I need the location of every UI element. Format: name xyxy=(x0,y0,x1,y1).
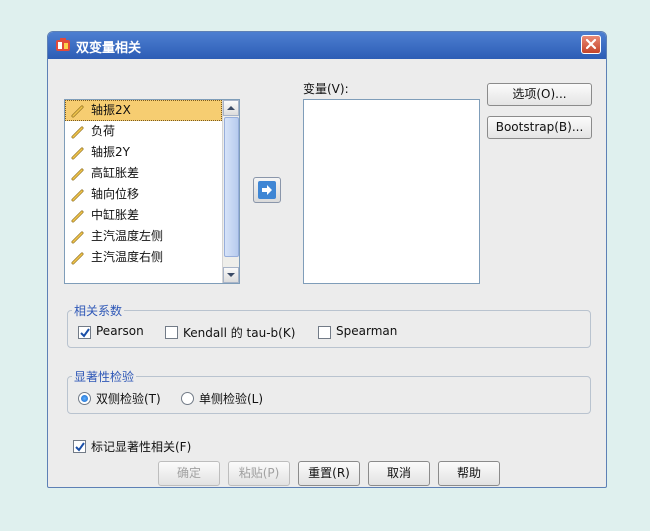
source-variable-label: 轴振2X xyxy=(91,103,131,117)
spearman-label: Spearman xyxy=(336,324,398,338)
paste-button[interactable]: 粘贴(P) xyxy=(228,461,290,486)
scale-variable-icon xyxy=(71,252,84,265)
source-variable-items: 轴振2X 负荷轴振2Y 高缸胀差轴向位移中缸胀差主汽温度左侧 主汽温度右侧 xyxy=(65,100,222,268)
reset-button[interactable]: 重置(R) xyxy=(298,461,360,486)
source-variable-label: 中缸胀差 xyxy=(91,208,140,222)
scale-variable-icon xyxy=(71,168,84,181)
two-tailed-label: 双侧检验(T) xyxy=(96,392,161,406)
spss-icon xyxy=(56,38,70,51)
source-variable-item[interactable]: 中缸胀差 xyxy=(65,205,222,226)
source-variable-list[interactable]: 轴振2X 负荷轴振2Y 高缸胀差轴向位移中缸胀差主汽温度左侧 主汽温度右侧 xyxy=(64,99,240,284)
cancel-button[interactable]: 取消 xyxy=(368,461,430,486)
scale-variable-icon xyxy=(71,189,84,202)
source-variable-label: 轴向位移 xyxy=(91,187,140,201)
title-bar[interactable]: 双变量相关 xyxy=(48,32,606,59)
spearman-checkbox[interactable] xyxy=(318,326,331,339)
options-button[interactable]: 选项(O)... xyxy=(487,83,592,106)
bivariate-correlation-dialog: 双变量相关 轴振2X 负荷轴振2Y 高缸胀差轴向位移中缸胀差主汽温度左侧 主汽温度右侧… xyxy=(47,31,607,488)
help-button[interactable]: 帮助 xyxy=(438,461,500,486)
source-variable-label: 主汽温度左侧 xyxy=(91,229,164,243)
flag-significant-label: 标记显著性相关(F) xyxy=(91,440,192,454)
significance-legend: 显著性检验 xyxy=(72,368,137,385)
flag-significant-checkbox[interactable] xyxy=(73,440,86,453)
kendall-label: Kendall 的 tau-b(K) xyxy=(183,326,296,340)
scroll-down-icon xyxy=(227,273,235,277)
scroll-up-icon xyxy=(227,106,235,110)
correlation-legend: 相关系数 xyxy=(72,302,125,319)
pearson-label: Pearson xyxy=(96,324,144,338)
source-variable-item[interactable]: 高缸胀差 xyxy=(65,163,222,184)
variables-label: 变量(V): xyxy=(303,82,349,96)
source-variable-label: 轴振2Y xyxy=(91,145,130,159)
scroll-thumb[interactable] xyxy=(224,117,239,257)
source-variable-item[interactable]: 轴振2X xyxy=(65,100,222,121)
checkmark-icon xyxy=(75,442,85,452)
scroll-down-button[interactable] xyxy=(223,267,239,283)
one-tailed-label: 单侧检验(L) xyxy=(199,392,264,406)
correlation-coefficients-group: 相关系数 Pearson Kendall 的 tau-b(K) Spearman xyxy=(67,302,591,348)
significance-test-group: 显著性检验 双侧检验(T) 单侧检验(L) xyxy=(67,368,591,414)
ok-button[interactable]: 确定 xyxy=(158,461,220,486)
arrow-right-icon xyxy=(258,181,276,199)
close-icon xyxy=(585,38,597,50)
scale-variable-icon xyxy=(71,231,84,244)
scale-variable-icon xyxy=(71,105,84,118)
scale-variable-icon xyxy=(71,210,84,223)
variables-list[interactable] xyxy=(303,99,480,284)
scale-variable-icon xyxy=(71,147,84,160)
pearson-checkbox[interactable] xyxy=(78,326,91,339)
scale-variable-icon xyxy=(71,126,84,139)
source-variable-label: 负荷 xyxy=(91,124,116,138)
source-variable-label: 主汽温度右侧 xyxy=(91,250,164,264)
one-tailed-radio[interactable] xyxy=(181,392,194,405)
bootstrap-button[interactable]: Bootstrap(B)... xyxy=(487,116,592,139)
source-list-scrollbar[interactable] xyxy=(222,100,239,283)
close-button[interactable] xyxy=(581,35,601,54)
two-tailed-radio[interactable] xyxy=(78,392,91,405)
source-variable-label: 高缸胀差 xyxy=(91,166,140,180)
kendall-checkbox[interactable] xyxy=(165,326,178,339)
scroll-up-button[interactable] xyxy=(223,100,239,116)
source-variable-item[interactable]: 主汽温度左侧 xyxy=(65,226,222,247)
source-variable-item[interactable]: 轴振2Y xyxy=(65,142,222,163)
move-to-variables-button[interactable] xyxy=(253,177,281,203)
source-variable-item[interactable]: 轴向位移 xyxy=(65,184,222,205)
checkmark-icon xyxy=(80,328,90,338)
source-variable-item[interactable]: 主汽温度右侧 xyxy=(65,247,222,268)
window-title: 双变量相关 xyxy=(76,41,142,56)
source-variable-item[interactable]: 负荷 xyxy=(65,121,222,142)
